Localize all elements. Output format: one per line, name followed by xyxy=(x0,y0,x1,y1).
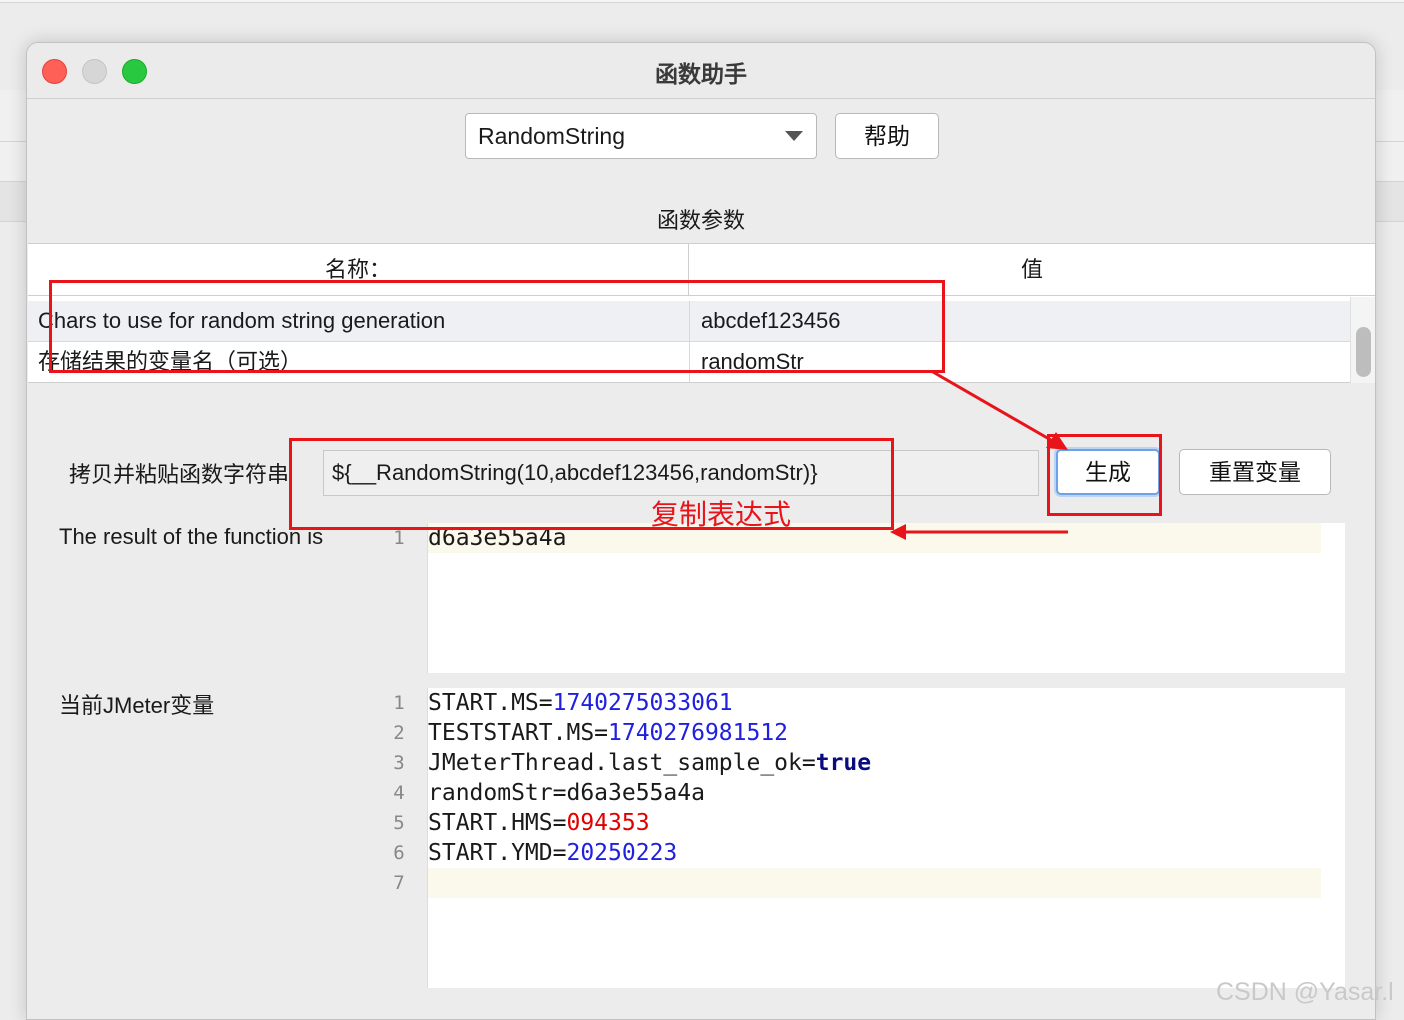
background-app-bar xyxy=(0,0,1404,3)
variables-line-numbers: 1 2 3 4 5 6 7 xyxy=(373,688,425,898)
watermark: CSDN @Yasar.l xyxy=(1216,978,1394,1006)
variable-value: true xyxy=(815,750,872,776)
code-line: TESTSTART.MS=1740276981512 xyxy=(428,718,871,748)
function-select-value: RandomString xyxy=(478,123,626,149)
line-number: 3 xyxy=(393,752,405,774)
help-button[interactable]: 帮助 xyxy=(835,113,939,159)
variable-key: randomStr=d6a3e55a4a xyxy=(428,780,705,806)
title-bar: 函数助手 xyxy=(27,43,1375,99)
annotation-expression-box xyxy=(289,438,894,530)
params-section-title: 函数参数 xyxy=(656,208,745,233)
code-line: JMeterThread.last_sample_ok=true xyxy=(428,748,871,778)
result-label: The result of the function is xyxy=(59,524,324,549)
table-scrollbar[interactable] xyxy=(1350,297,1375,383)
copy-string-label: 拷贝并粘贴函数字符串 xyxy=(69,462,290,487)
line-number: 7 xyxy=(393,872,405,894)
variable-key: JMeterThread.last_sample_ok= xyxy=(428,750,816,776)
annotation-generate-box xyxy=(1047,434,1162,516)
variables-label: 当前JMeter变量 xyxy=(59,693,215,718)
result-text-area[interactable]: d6a3e55a4a xyxy=(427,523,1345,673)
variable-value: 20250223 xyxy=(566,840,678,866)
annotation-label: 复制表达式 xyxy=(651,499,792,530)
variable-key: TESTSTART.MS= xyxy=(428,720,609,746)
line-number: 1 xyxy=(393,692,405,714)
variable-key: START.YMD= xyxy=(428,840,567,866)
table-scrollbar-thumb[interactable] xyxy=(1356,327,1371,377)
line-number: 2 xyxy=(393,722,405,744)
reset-variables-button[interactable]: 重置变量 xyxy=(1179,449,1331,495)
code-line: START.HMS=094353 xyxy=(428,808,871,838)
code-line: randomStr=d6a3e55a4a xyxy=(428,778,871,808)
code-line: START.MS=1740275033061 xyxy=(428,688,871,718)
variable-value: 1740275033061 xyxy=(552,690,733,716)
variable-value: 1740276981512 xyxy=(608,720,789,746)
line-number: 5 xyxy=(393,812,405,834)
variable-key: START.HMS= xyxy=(428,810,567,836)
code-line: START.YMD=20250223 xyxy=(428,838,871,868)
line-number: 4 xyxy=(393,782,405,804)
function-select[interactable]: RandomString xyxy=(465,113,817,159)
variable-value: 094353 xyxy=(566,810,650,836)
variables-text-area[interactable]: START.MS=1740275033061 TESTSTART.MS=1740… xyxy=(427,688,1345,988)
variable-key: START.MS= xyxy=(428,690,553,716)
variables-code: START.MS=1740275033061 TESTSTART.MS=1740… xyxy=(428,688,871,898)
chevron-down-icon[interactable] xyxy=(785,131,803,141)
annotation-params-box xyxy=(49,280,945,373)
window-title: 函数助手 xyxy=(655,61,747,87)
line-number: 6 xyxy=(393,842,405,864)
